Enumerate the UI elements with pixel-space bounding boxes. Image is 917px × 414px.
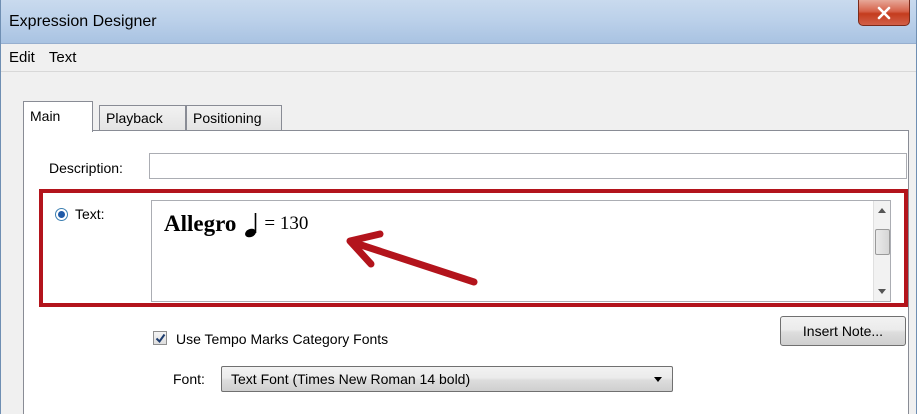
scroll-thumb[interactable]: [875, 229, 890, 255]
tempo-value: = 130: [264, 213, 309, 234]
close-button[interactable]: [858, 0, 910, 26]
text-area-scrollbar[interactable]: [873, 201, 890, 301]
menu-text[interactable]: Text: [49, 49, 77, 66]
use-category-fonts-label: Use Tempo Marks Category Fonts: [176, 331, 389, 347]
tab-main[interactable]: Main: [23, 101, 93, 132]
description-input[interactable]: [149, 153, 907, 179]
tempo-marking: Allegro = 130: [164, 208, 308, 240]
expression-designer-window: Expression Designer Edit Text Main Playb…: [0, 0, 917, 414]
scroll-down-icon[interactable]: [878, 289, 886, 294]
tab-positioning[interactable]: Positioning: [186, 105, 282, 131]
use-category-fonts-checkbox[interactable]: [153, 331, 167, 345]
checkmark-icon: [155, 333, 165, 343]
chevron-down-icon: [654, 377, 662, 382]
menu-edit[interactable]: Edit: [9, 49, 35, 66]
menu-bar: Edit Text: [1, 44, 916, 72]
text-radio[interactable]: [55, 208, 68, 221]
scroll-up-icon[interactable]: [878, 208, 886, 213]
tab-playback[interactable]: Playback: [99, 105, 186, 131]
font-select[interactable]: Text Font (Times New Roman 14 bold): [221, 366, 673, 392]
red-arrow-icon: [346, 230, 478, 286]
description-label: Description:: [49, 160, 123, 176]
font-label: Font:: [173, 371, 205, 387]
window-title: Expression Designer: [9, 13, 157, 30]
quarter-note-icon: [245, 213, 257, 238]
font-select-value: Text Font (Times New Roman 14 bold): [231, 371, 471, 387]
close-icon: [877, 6, 891, 19]
tempo-word: Allegro: [164, 211, 237, 236]
text-radio-label: Text:: [75, 206, 105, 222]
insert-note-button[interactable]: Insert Note...: [780, 316, 906, 346]
title-bar[interactable]: Expression Designer: [1, 0, 916, 44]
